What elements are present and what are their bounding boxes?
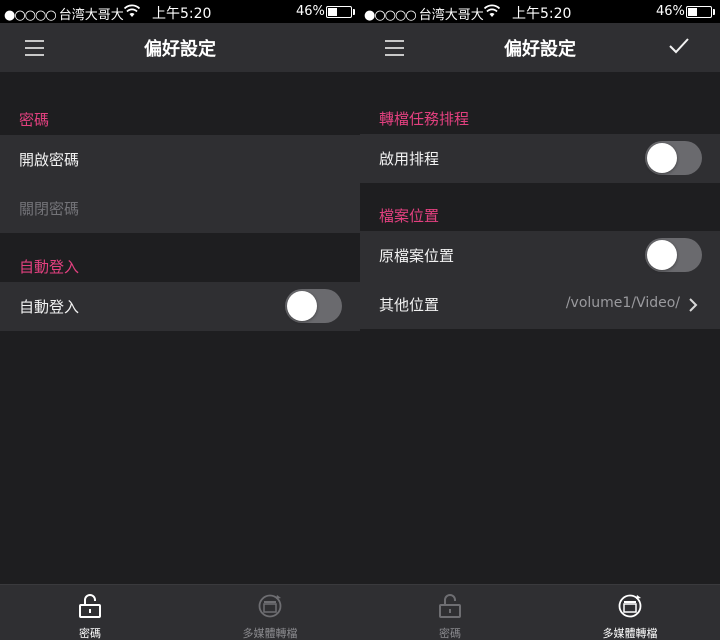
section-header-label: 密碼 [19, 111, 50, 129]
battery-icon [686, 6, 715, 18]
wifi-icon [124, 4, 140, 17]
battery-percent: 46% [656, 4, 685, 19]
section-header-location: 檔案位置 [360, 195, 720, 231]
toggle-knob [647, 143, 677, 173]
original-location-row: 原檔案位置 [360, 231, 720, 280]
disable-password-row: 關閉密碼 [0, 184, 360, 233]
unlock-icon [79, 594, 101, 618]
toggle-knob [287, 291, 317, 321]
enable-schedule-toggle[interactable] [645, 141, 702, 175]
left-screen: ●○○○○台湾大哥大 上午5:20 46% 偏好設定 密碼 開啟密碼 關閉密碼 [0, 0, 360, 640]
carrier-name: 台湾大哥大 [58, 8, 124, 23]
carrier-name: 台湾大哥大 [418, 8, 484, 23]
tab-bar: 密碼 多媒體轉檔 [360, 584, 720, 640]
transcode-icon [618, 594, 642, 618]
tab-transcode-label: 多媒體轉檔 [242, 627, 298, 640]
chevron-right-icon [689, 298, 698, 312]
page-title: 偏好設定 [504, 39, 576, 60]
autologin-row: 自動登入 [0, 282, 360, 331]
signal-strength-icon: ●○○○○ [364, 8, 417, 23]
unlock-icon [439, 594, 461, 618]
section-header-label: 自動登入 [19, 258, 80, 276]
checkmark-icon[interactable] [668, 35, 690, 57]
section-header-label: 檔案位置 [379, 207, 440, 225]
battery-icon [326, 6, 355, 18]
status-time: 上午5:20 [512, 6, 572, 22]
transcode-icon [258, 594, 282, 618]
tab-transcode[interactable]: 多媒體轉檔 [180, 585, 360, 640]
status-bar: ●○○○○ 台湾大哥大 上午5:20 46% [0, 0, 360, 23]
enable-schedule-label: 啟用排程 [379, 150, 440, 168]
signal-strength-icon: ●○○○○ [4, 8, 57, 23]
enable-password-label: 開啟密碼 [19, 151, 80, 169]
tab-transcode-label: 多媒體轉檔 [602, 627, 658, 640]
wifi-icon [484, 4, 500, 17]
enable-password-row[interactable]: 開啟密碼 [0, 135, 360, 184]
original-location-toggle[interactable] [645, 238, 702, 272]
carrier-info: ●○○○○ 台湾大哥大 [364, 4, 484, 23]
section-header-password: 密碼 [0, 99, 360, 135]
tab-password[interactable]: 密碼 [0, 585, 180, 640]
tab-password-label: 密碼 [79, 627, 101, 640]
battery-percent: 46% [296, 4, 325, 19]
other-location-label: 其他位置 [379, 296, 440, 314]
tab-bar: 密碼 多媒體轉檔 [0, 584, 360, 640]
screens-container: ●○○○○台湾大哥大 上午5:20 46% 偏好設定 密碼 開啟密碼 關閉密碼 [0, 0, 720, 640]
navigation-bar: 偏好設定 [0, 23, 360, 72]
original-location-label: 原檔案位置 [379, 247, 455, 265]
carrier-info: ●○○○○ 台湾大哥大 [4, 4, 124, 23]
section-header-schedule: 轉檔任務排程 [360, 98, 720, 134]
tab-password-label: 密碼 [439, 627, 461, 640]
enable-schedule-row: 啟用排程 [360, 134, 720, 183]
tab-transcode[interactable]: 多媒體轉檔 [540, 585, 720, 640]
autologin-toggle[interactable] [285, 289, 342, 323]
page-title: 偏好設定 [144, 39, 216, 60]
status-bar: ●○○○○ 台湾大哥大 上午5:20 46% [360, 0, 720, 23]
right-screen: ●○○○○ 台湾大哥大 上午5:20 46% 偏好設定 轉檔任務排程 啟用排程 … [360, 0, 720, 640]
other-location-row[interactable]: 其他位置 /volume1/Video/ [360, 280, 720, 329]
section-header-autologin: 自動登入 [0, 246, 360, 282]
autologin-label: 自動登入 [19, 298, 80, 316]
tab-password[interactable]: 密碼 [360, 585, 540, 640]
status-time: 上午5:20 [152, 6, 212, 22]
toggle-knob [647, 240, 677, 270]
disable-password-label: 關閉密碼 [19, 200, 80, 218]
section-header-label: 轉檔任務排程 [379, 110, 470, 128]
other-location-path: /volume1/Video/ [565, 295, 680, 311]
navigation-bar: 偏好設定 [360, 23, 720, 72]
